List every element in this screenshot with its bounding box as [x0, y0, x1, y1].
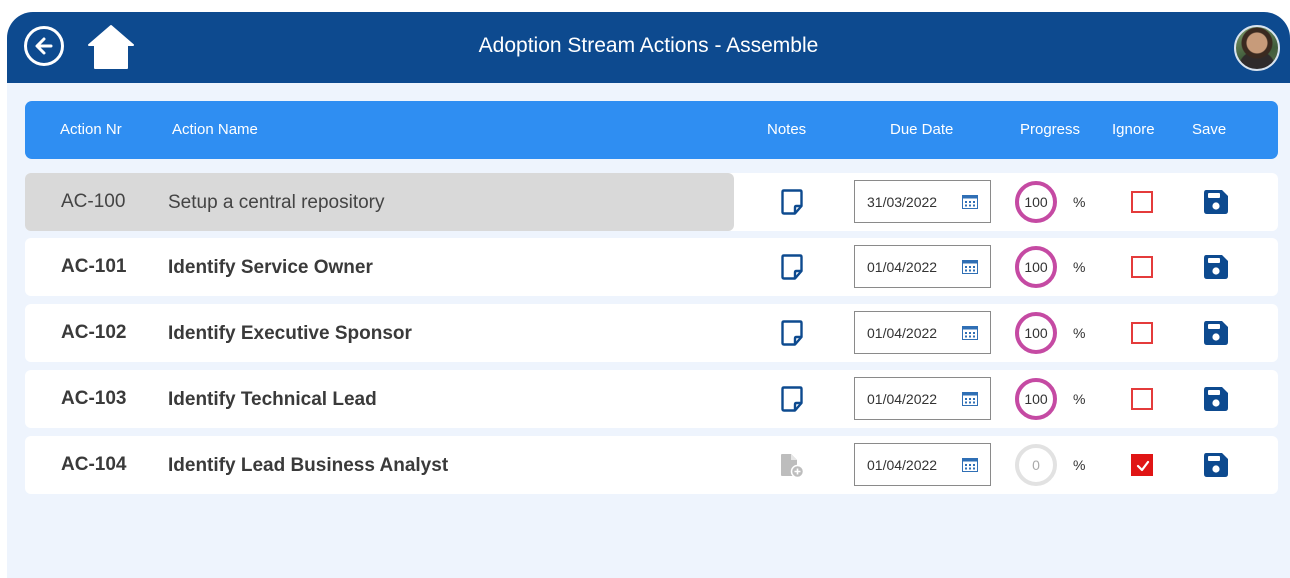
- avatar[interactable]: [1234, 25, 1280, 71]
- ignore-checkbox[interactable]: [1131, 322, 1153, 344]
- ignore-checkbox[interactable]: [1131, 388, 1153, 410]
- progress-input[interactable]: 100: [1015, 181, 1057, 223]
- percent-label: %: [1073, 194, 1086, 210]
- header-action-nr: Action Nr: [60, 121, 122, 138]
- note-icon: [781, 254, 803, 280]
- save-button[interactable]: [1202, 385, 1230, 418]
- due-date-value: 01/04/2022: [867, 391, 938, 407]
- title-bar: Adoption Stream Actions - Assemble: [7, 12, 1290, 83]
- action-name: Identify Executive Sponsor: [168, 323, 412, 344]
- progress-input[interactable]: 100: [1015, 378, 1057, 420]
- note-icon[interactable]: [781, 189, 803, 220]
- app-window: Adoption Stream Actions - Assemble Actio…: [7, 12, 1290, 578]
- action-row[interactable]: AC-104 Identify Lead Business Analyst 01…: [25, 436, 1278, 494]
- action-nr: AC-103: [61, 388, 127, 409]
- table-header: Action Nr Action Name Notes Due Date Pro…: [25, 101, 1278, 159]
- action-row[interactable]: AC-102 Identify Executive Sponsor 01/04/…: [25, 304, 1278, 362]
- calendar-icon[interactable]: [962, 392, 978, 406]
- note-icon: [781, 386, 803, 412]
- action-name: Identify Lead Business Analyst: [168, 455, 449, 476]
- header-due-date: Due Date: [890, 121, 954, 138]
- floppy-disk-icon: [1204, 255, 1228, 279]
- note-icon: [781, 189, 803, 215]
- check-icon: [1136, 460, 1150, 472]
- calendar-icon[interactable]: [962, 260, 978, 274]
- floppy-disk-icon: [1204, 321, 1228, 345]
- action-nr: AC-104: [61, 454, 127, 475]
- due-date-picker[interactable]: 01/04/2022: [854, 377, 991, 420]
- note-icon[interactable]: [781, 320, 803, 351]
- progress-input[interactable]: 0: [1015, 444, 1057, 486]
- header-notes: Notes: [767, 121, 807, 138]
- calendar-icon[interactable]: [962, 326, 978, 340]
- action-name: Identify Service Owner: [168, 257, 373, 278]
- due-date-picker[interactable]: 31/03/2022: [854, 180, 991, 223]
- percent-label: %: [1073, 457, 1086, 473]
- note-icon: [781, 320, 803, 346]
- page-title: Adoption Stream Actions - Assemble: [478, 34, 819, 57]
- floppy-disk-icon: [1204, 453, 1228, 477]
- save-button[interactable]: [1202, 319, 1230, 352]
- note-icon[interactable]: [781, 386, 803, 417]
- due-date-value: 01/04/2022: [867, 457, 938, 473]
- action-nr: AC-100: [61, 191, 126, 212]
- calendar-icon[interactable]: [962, 195, 978, 209]
- progress-input[interactable]: 100: [1015, 312, 1057, 354]
- floppy-disk-icon: [1204, 387, 1228, 411]
- note-icon[interactable]: [781, 254, 803, 285]
- header-save: Save: [1192, 121, 1227, 138]
- due-date-picker[interactable]: 01/04/2022: [854, 311, 991, 354]
- calendar-icon[interactable]: [962, 458, 978, 472]
- action-row[interactable]: AC-100 Setup a central repository 31/03/…: [25, 173, 1278, 231]
- save-button[interactable]: [1202, 253, 1230, 286]
- due-date-picker[interactable]: 01/04/2022: [854, 443, 991, 486]
- action-name: Setup a central repository: [168, 192, 385, 213]
- due-date-value: 31/03/2022: [867, 194, 938, 210]
- header-ignore: Ignore: [1112, 121, 1155, 138]
- action-nr: AC-101: [61, 256, 127, 277]
- floppy-disk-icon: [1204, 190, 1228, 214]
- due-date-picker[interactable]: 01/04/2022: [854, 245, 991, 288]
- due-date-value: 01/04/2022: [867, 325, 938, 341]
- action-nr: AC-102: [61, 322, 127, 343]
- percent-label: %: [1073, 391, 1086, 407]
- header-action-name: Action Name: [172, 121, 258, 138]
- ignore-checkbox[interactable]: [1131, 256, 1153, 278]
- note-icon[interactable]: [779, 451, 805, 484]
- due-date-value: 01/04/2022: [867, 259, 938, 275]
- ignore-checkbox[interactable]: [1131, 454, 1153, 476]
- percent-label: %: [1073, 259, 1086, 275]
- progress-input[interactable]: 100: [1015, 246, 1057, 288]
- save-button[interactable]: [1202, 188, 1230, 221]
- ignore-checkbox[interactable]: [1131, 191, 1153, 213]
- action-name: Identify Technical Lead: [168, 389, 377, 410]
- action-row[interactable]: AC-101 Identify Service Owner 01/04/2022…: [25, 238, 1278, 296]
- add-note-icon: [781, 454, 805, 479]
- action-row[interactable]: AC-103 Identify Technical Lead 01/04/202…: [25, 370, 1278, 428]
- percent-label: %: [1073, 325, 1086, 341]
- save-button[interactable]: [1202, 451, 1230, 484]
- header-progress: Progress: [1020, 121, 1081, 138]
